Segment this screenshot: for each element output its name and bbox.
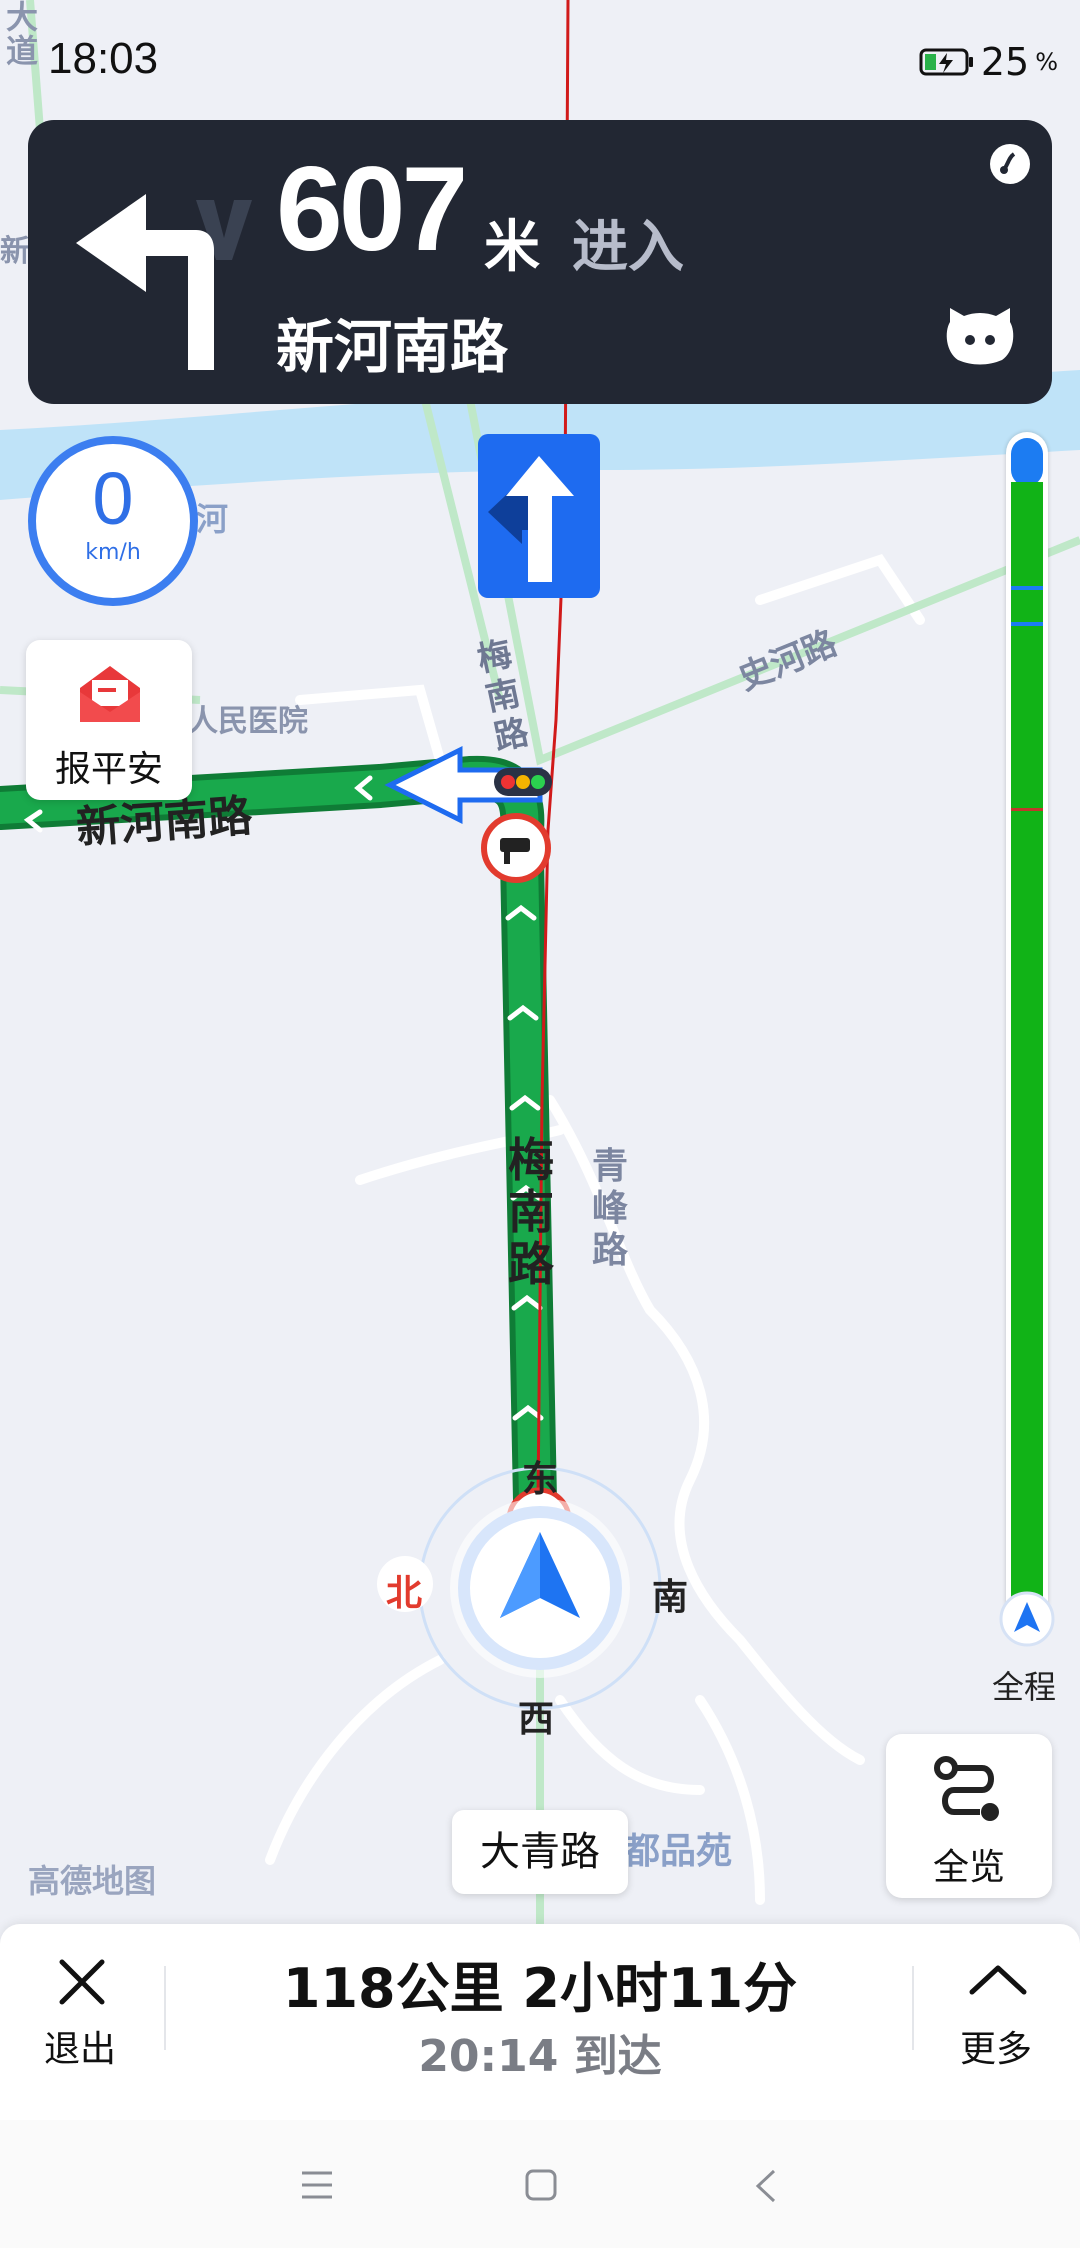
menu-icon[interactable] xyxy=(300,2170,334,2200)
map-label-hospital: 人民医院 xyxy=(188,704,308,739)
navigation-card[interactable] xyxy=(28,120,1052,404)
map-label-left-edge: 新 xyxy=(0,234,30,269)
compass-south: 南 xyxy=(652,1577,689,1618)
more-button[interactable]: 更多 xyxy=(960,2020,1032,2072)
map-label-meinan-road-route: 梅南路 xyxy=(508,1133,554,1291)
camera-icon xyxy=(481,813,551,883)
speedometer: 0 km/h xyxy=(28,436,198,606)
map-label-dupinyuan: 都品苑 xyxy=(624,1831,733,1872)
trip-summary: 118公里 2小时11分 xyxy=(282,1957,798,2020)
battery-charging-icon xyxy=(919,48,973,76)
amap-watermark: 高德地图 xyxy=(28,1862,157,1900)
route-progress-bar[interactable] xyxy=(1006,432,1048,1622)
status-time: 18:03 xyxy=(48,34,159,83)
progress-position-icon xyxy=(999,1591,1055,1647)
chevron-up-icon[interactable] xyxy=(966,1962,1030,1998)
traffic-light-icon xyxy=(494,768,552,796)
speed-unit: km/h xyxy=(85,540,141,565)
compass-east: 东 xyxy=(522,1459,559,1500)
lane-icon xyxy=(488,456,574,582)
divider-right xyxy=(912,1966,914,2050)
report-safety-button[interactable]: 报平安 xyxy=(26,640,192,800)
overview-button[interactable]: 全览 xyxy=(886,1734,1052,1898)
back-icon[interactable] xyxy=(754,2168,778,2204)
overview-route-icon xyxy=(934,1756,999,1821)
report-safety-label: 报平安 xyxy=(54,749,163,790)
battery-percent-unit: % xyxy=(1035,48,1058,76)
map-label-river: 河 xyxy=(196,500,229,538)
speed-value: 0 xyxy=(92,457,134,540)
lane-guidance xyxy=(478,434,600,598)
next-road-name: 新河南路 xyxy=(276,313,509,381)
voice-icon[interactable] xyxy=(988,142,1032,186)
home-icon[interactable] xyxy=(524,2168,558,2202)
progress-label: 全程 xyxy=(992,1668,1057,1706)
compass-north: 北 xyxy=(386,1573,423,1614)
maneuver-action: 进入 xyxy=(572,215,684,280)
overview-label: 全览 xyxy=(932,1847,1005,1888)
map-label-top-left: 大道 xyxy=(6,0,39,70)
current-road-label: 大青路 xyxy=(452,1810,628,1894)
safety-envelope-icon xyxy=(80,666,140,722)
distance-unit: 米 xyxy=(484,215,540,280)
map-label-qingfeng-road: 青峰路 xyxy=(592,1146,629,1271)
arrival-time: 20:14 到达 xyxy=(418,2031,662,2082)
battery-indicator: 25% xyxy=(919,40,1058,84)
assistant-icon[interactable] xyxy=(942,302,1018,366)
battery-percent: 25 xyxy=(980,40,1030,84)
compass-west: 西 xyxy=(518,1699,555,1740)
distance-value: 607 xyxy=(276,142,468,276)
system-nav-bar xyxy=(0,2120,1080,2248)
turn-left-icon xyxy=(76,194,252,370)
